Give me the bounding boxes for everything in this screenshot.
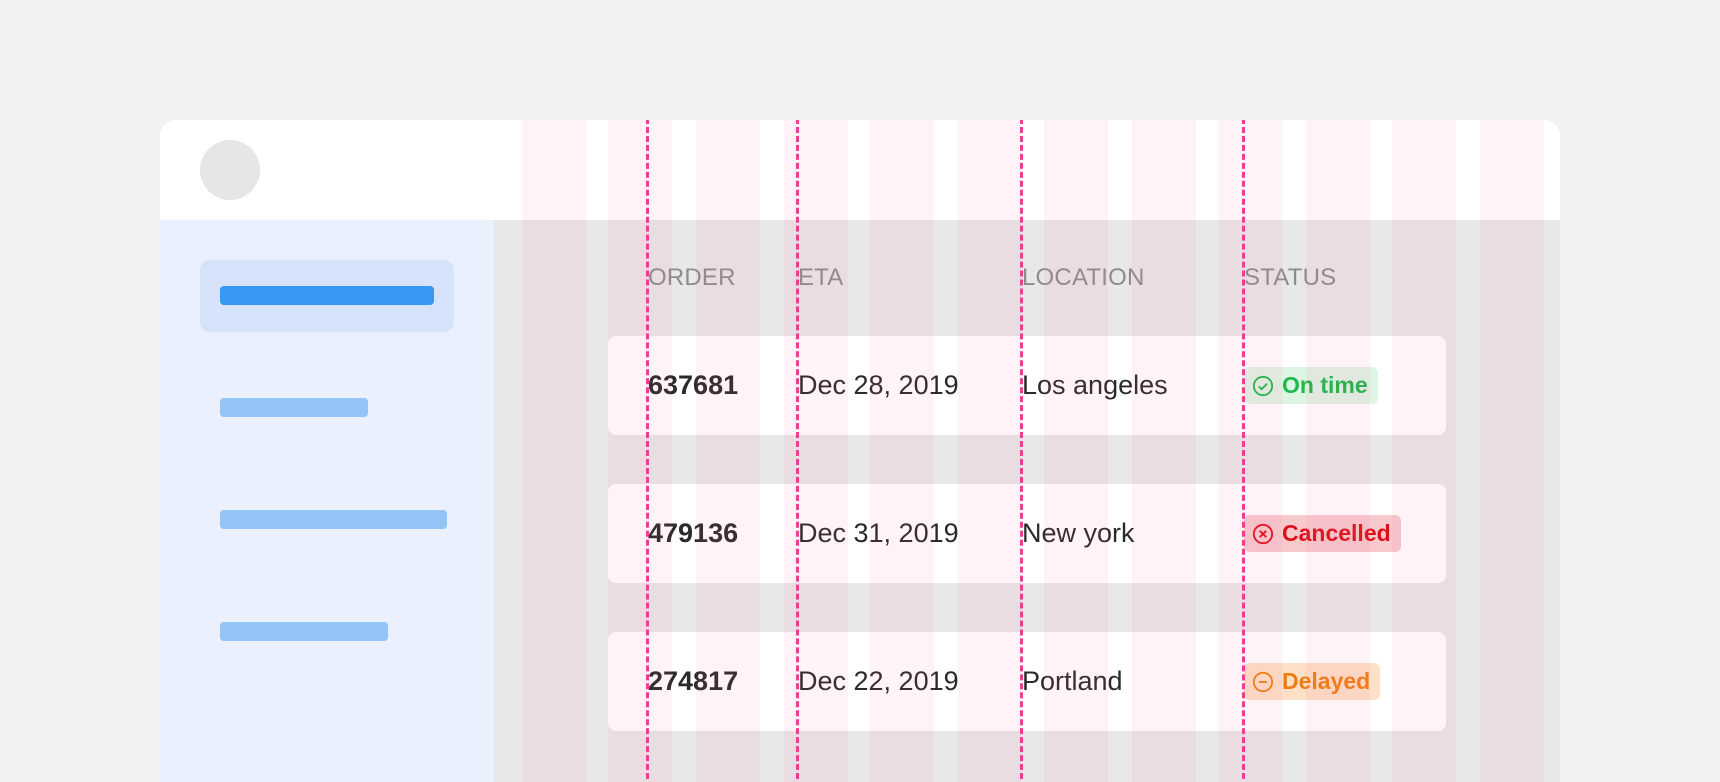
app-window: ORDER ETA LOCATION STATUS 637681 Dec 28,… [160,120,1560,782]
status-badge: Cancelled [1244,515,1401,552]
location: New york [1022,518,1135,548]
status-badge: Delayed [1244,663,1381,700]
sidebar-item-2[interactable] [220,398,368,417]
check-circle-icon [1252,375,1274,396]
x-circle-icon [1252,523,1274,544]
minus-circle-icon [1252,671,1274,692]
order-id: 274817 [648,666,739,696]
sidebar [160,220,494,782]
status-label: On time [1282,372,1368,398]
column-header-order: ORDER [648,264,736,291]
location: Los angeles [1022,370,1168,400]
table-row[interactable]: 479136 Dec 31, 2019 New york Cancelled [608,484,1446,583]
orders-table: ORDER ETA LOCATION STATUS 637681 Dec 28,… [494,220,1560,782]
status-label: Delayed [1282,668,1371,694]
order-id: 479136 [648,518,739,548]
eta-date: Dec 22, 2019 [798,666,959,696]
table-row[interactable]: 637681 Dec 28, 2019 Los angeles On time [608,336,1446,435]
table-row[interactable]: 274817 Dec 22, 2019 Portland Delayed [608,632,1446,731]
eta-date: Dec 28, 2019 [798,370,959,400]
column-header-location: LOCATION [1022,264,1145,291]
sidebar-item-3[interactable] [220,510,447,529]
status-label: Cancelled [1282,520,1391,546]
location: Portland [1022,666,1123,696]
sidebar-item-active[interactable] [200,260,454,332]
sidebar-item-label-placeholder [220,286,434,305]
status-badge: On time [1244,367,1378,404]
order-id: 637681 [648,370,739,400]
column-header-status: STATUS [1244,264,1337,291]
eta-date: Dec 31, 2019 [798,518,959,548]
avatar[interactable] [200,140,260,200]
top-bar [160,120,1560,220]
sidebar-item-4[interactable] [220,622,388,641]
column-header-eta: ETA [798,264,844,291]
